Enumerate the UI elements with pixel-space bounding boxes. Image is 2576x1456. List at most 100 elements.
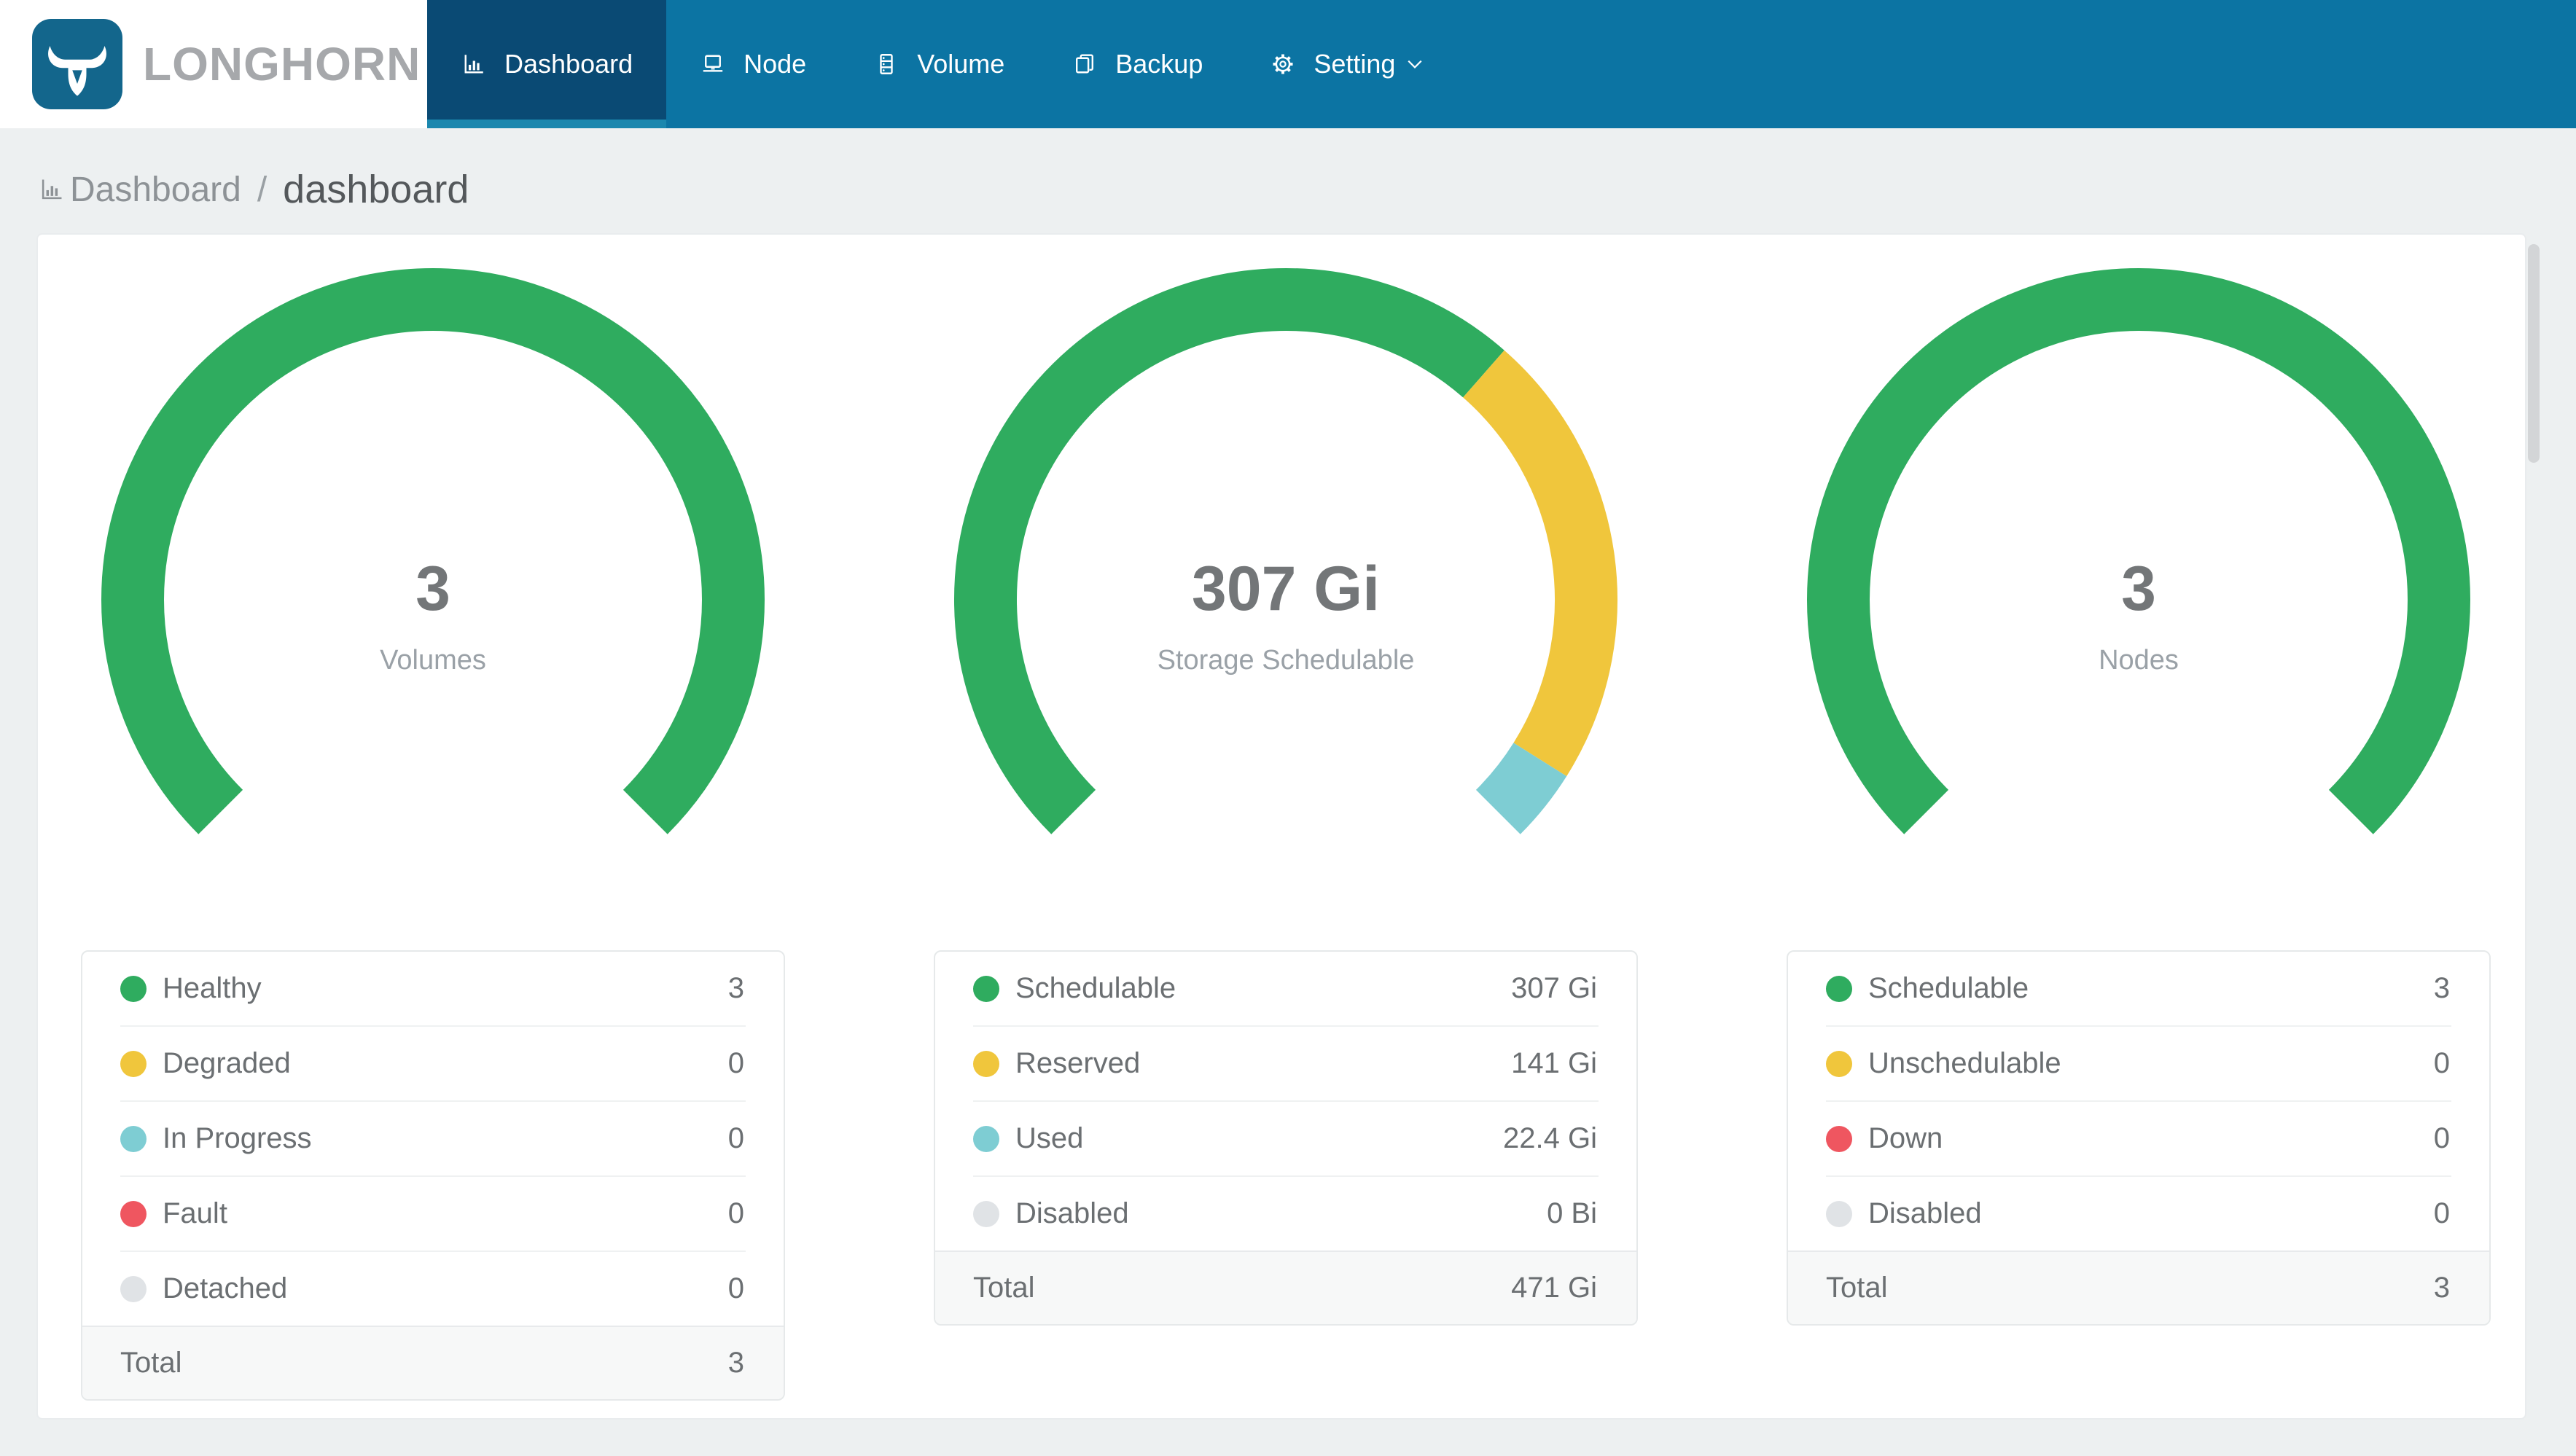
yellow-status-dot-icon [120, 1050, 147, 1077]
legend-table-storage-schedulable: Schedulable 307 Gi Reserved 141 Gi Used 22.4 … [934, 950, 1638, 1326]
green-status-dot-icon [1826, 975, 1852, 1002]
teal-status-dot-icon [120, 1125, 147, 1152]
gauge-center-label: Nodes [2099, 645, 2179, 676]
legend-row-value: 3 [727, 972, 744, 1004]
bar-chart-icon [461, 51, 487, 77]
server-icon [873, 51, 899, 77]
legend-row-down: Down 0 [1788, 1102, 2489, 1175]
teal-status-dot-icon [973, 1125, 999, 1152]
breadcrumb-separator: / [257, 170, 268, 209]
legend-table-volumes: Healthy 3 Degraded 0 In Progress 0 Fault 0 Detac… [81, 950, 785, 1401]
gear-icon [1270, 51, 1296, 77]
legend-row-value: 307 Gi [1511, 972, 1597, 1004]
total-label: Total [120, 1347, 182, 1379]
breadcrumb: Dashboard / dashboard [38, 156, 469, 223]
laptop-icon [700, 51, 726, 77]
yellow-status-dot-icon [973, 1050, 999, 1077]
nav-item-node[interactable]: Node [666, 0, 840, 128]
longhorn-bull-icon [32, 19, 122, 109]
legend-row-label: Degraded [163, 1047, 291, 1079]
legend-total-row: Total 471 Gi [935, 1250, 1636, 1324]
legend-row-fault: Fault 0 [82, 1177, 784, 1250]
legend-row-label: Disabled [1868, 1197, 1982, 1229]
total-label: Total [1826, 1272, 1888, 1304]
legend-row-value: 0 [727, 1047, 744, 1079]
nav-item-volume[interactable]: Volume [840, 0, 1038, 128]
legend-row-used: Used 22.4 Gi [935, 1102, 1636, 1175]
gray-status-dot-icon [973, 1200, 999, 1227]
legend-row-unschedulable: Unschedulable 0 [1788, 1027, 2489, 1100]
legend-row-label: In Progress [163, 1122, 312, 1154]
legend-row-value: 22.4 Gi [1503, 1122, 1597, 1154]
legend-row-value: 0 [2433, 1197, 2450, 1229]
copy-file-icon [1072, 51, 1098, 77]
gauge-center-value: 3 [2121, 554, 2156, 624]
legend-row-label: Schedulable [1868, 972, 2029, 1004]
gray-status-dot-icon [1826, 1200, 1852, 1227]
legend-row-detached: Detached 0 [82, 1252, 784, 1326]
legend-row-schedulable: Schedulable 3 [1788, 952, 2489, 1025]
gauge-segment-used [1475, 742, 1567, 834]
legend-row-label: Used [1015, 1122, 1084, 1154]
legend-row-value: 0 [2433, 1047, 2450, 1079]
legend-row-value: 0 [2433, 1122, 2450, 1154]
legend-row-label: Schedulable [1015, 972, 1176, 1004]
bar-chart-icon [38, 176, 66, 203]
total-value: 3 [2433, 1272, 2450, 1304]
nav-item-label: Dashboard [504, 49, 633, 79]
gauge-column-nodes: 3 Nodes Schedulable 3 Unschedulable 0 Down 0 Dis… [1787, 235, 2491, 1418]
gauge-column-volumes: 3 Volumes Healthy 3 Degraded 0 In Progress 0 Fau… [81, 235, 785, 1418]
nav-item-label: Volume [917, 49, 1005, 79]
gauge-column-storage-schedulable: 307 Gi Storage Schedulable Schedulable 307 … [934, 235, 1638, 1418]
legend-row-label: Detached [163, 1272, 288, 1304]
brand-title: LONGHORN [143, 38, 421, 90]
legend-row-value: 0 [727, 1272, 744, 1304]
total-label: Total [973, 1272, 1035, 1304]
legend-row-disabled: Disabled 0 [1788, 1177, 2489, 1250]
legend-row-label: Healthy [163, 972, 262, 1004]
green-status-dot-icon [973, 975, 999, 1002]
yellow-status-dot-icon [1826, 1050, 1852, 1077]
nav-item-label: Setting [1314, 49, 1396, 79]
nav-item-label: Backup [1115, 49, 1203, 79]
legend-row-value: 3 [2433, 972, 2450, 1004]
legend-row-value: 141 Gi [1511, 1047, 1597, 1079]
breadcrumb-current-page: dashboard [283, 168, 469, 211]
total-value: 3 [727, 1347, 744, 1379]
legend-row-reserved: Reserved 141 Gi [935, 1027, 1636, 1100]
legend-row-value: 0 [727, 1197, 744, 1229]
legend-row-label: Reserved [1015, 1047, 1141, 1079]
legend-total-row: Total 3 [82, 1326, 784, 1399]
gauge-center-label: Storage Schedulable [1157, 645, 1415, 676]
legend-total-row: Total 3 [1788, 1250, 2489, 1324]
legend-row-value: 0 Bi [1547, 1197, 1597, 1229]
main-nav: Dashboard Node Volume Backup Setting [427, 0, 1459, 128]
red-status-dot-icon [120, 1200, 147, 1227]
nav-item-label: Node [743, 49, 807, 79]
nav-item-dashboard[interactable]: Dashboard [427, 0, 667, 128]
legend-row-in-progress: In Progress 0 [82, 1102, 784, 1175]
chevron-down-icon [1404, 53, 1426, 75]
red-status-dot-icon [1826, 1125, 1852, 1152]
app-header: LONGHORN Dashboard Node Volume Backup Se… [0, 0, 2576, 128]
total-value: 471 Gi [1511, 1272, 1597, 1304]
brand-logo[interactable]: LONGHORN [0, 0, 427, 128]
dashboard-card: 3 Volumes Healthy 3 Degraded 0 In Progress 0 Fau… [36, 233, 2526, 1420]
gray-status-dot-icon [120, 1275, 147, 1302]
nav-item-setting[interactable]: Setting [1236, 0, 1459, 128]
legend-row-label: Unschedulable [1868, 1047, 2061, 1079]
green-status-dot-icon [120, 975, 147, 1002]
breadcrumb-root-link[interactable]: Dashboard [70, 170, 241, 210]
legend-row-value: 0 [727, 1122, 744, 1154]
gauge-center-value: 307 Gi [1191, 554, 1381, 624]
nav-item-backup[interactable]: Backup [1038, 0, 1236, 128]
legend-row-schedulable: Schedulable 307 Gi [935, 952, 1636, 1025]
vertical-scrollbar-thumb[interactable] [2528, 244, 2540, 463]
legend-table-nodes: Schedulable 3 Unschedulable 0 Down 0 Disabled 0… [1787, 950, 2491, 1326]
legend-row-disabled: Disabled 0 Bi [935, 1177, 1636, 1250]
gauge-center-value: 3 [415, 554, 450, 624]
legend-row-healthy: Healthy 3 [82, 952, 784, 1025]
legend-row-label: Disabled [1015, 1197, 1129, 1229]
legend-row-label: Fault [163, 1197, 227, 1229]
gauge-center-label: Volumes [380, 645, 486, 676]
